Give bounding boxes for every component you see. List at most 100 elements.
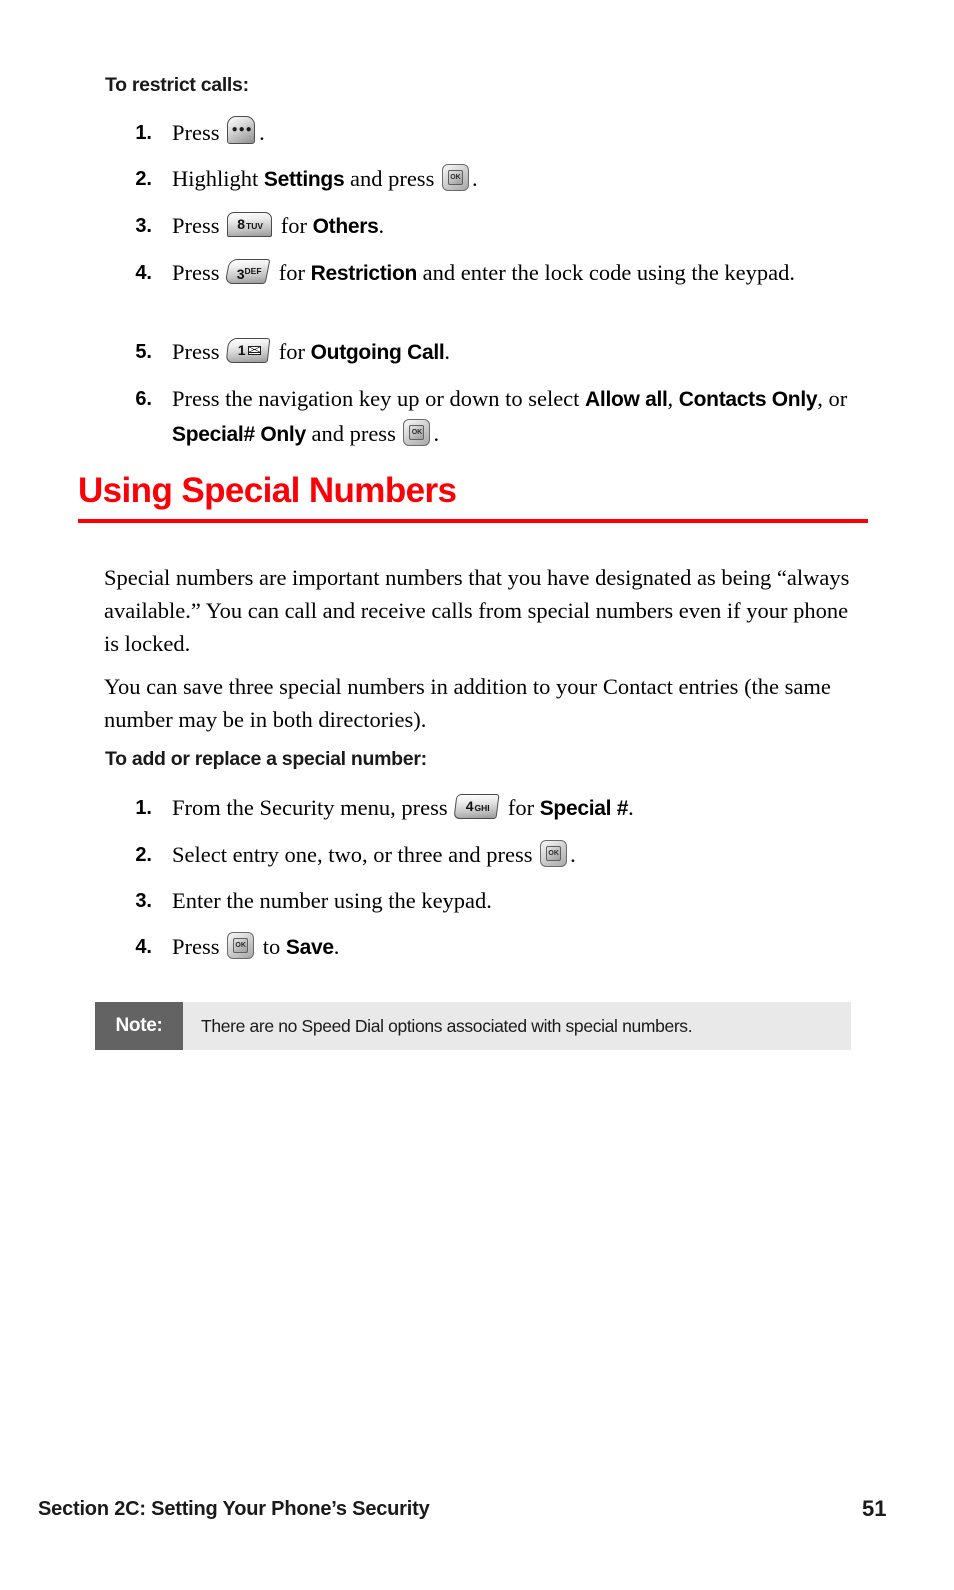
step-text-mid3: and press xyxy=(305,421,402,446)
step-text-post: . xyxy=(259,120,265,145)
step-text-pre: Press xyxy=(172,934,226,959)
key-4-letters: GHI xyxy=(474,803,490,813)
menu-key-icon[interactable]: ●●● xyxy=(227,116,257,146)
list-item: 6. Press the navigation key up or down t… xyxy=(110,382,885,452)
key-4-digit: 4 xyxy=(465,798,474,814)
footer-section-label: Section 2C: Setting Your Phone’s Securit… xyxy=(38,1498,430,1520)
step-text-pre: Select entry one, two, or three and pres… xyxy=(172,842,539,867)
step-text-post: . xyxy=(433,421,440,446)
list-item: 4. Press 3DEF for Restriction and enter … xyxy=(110,256,870,291)
list-item: 3. Enter the number using the keypad. xyxy=(110,884,880,918)
ok-key-icon[interactable]: OK xyxy=(540,840,568,868)
list-item: 3. Press 8TUV for Others. xyxy=(110,209,870,244)
step-text: Press ●●●. xyxy=(172,116,870,150)
list-item: 1. From the Security menu, press 4GHI fo… xyxy=(110,791,880,826)
step-number: 1. xyxy=(135,797,152,819)
ok-key-icon[interactable]: OK xyxy=(227,932,255,960)
step-number: 4. xyxy=(135,262,152,284)
note-box: Note: There are no Speed Dial options as… xyxy=(95,1002,851,1050)
step-bold-settings: Settings xyxy=(263,168,345,191)
step-text-mid: for xyxy=(273,339,311,364)
ok-key-label: OK xyxy=(409,425,425,440)
step-text: Enter the number using the keypad. xyxy=(172,884,880,918)
list-item: 4. Press OK to Save. xyxy=(110,930,880,965)
key-4-label: 4GHI xyxy=(455,794,500,819)
ok-key-label: OK xyxy=(447,170,463,185)
key-3-def-icon[interactable]: 3DEF xyxy=(224,259,271,286)
ok-key-icon[interactable]: OK xyxy=(441,164,470,192)
heading-to-restrict-calls: To restrict calls: xyxy=(105,74,249,96)
step-text-post: . xyxy=(570,842,576,867)
step-text-post: . xyxy=(444,339,451,364)
step-text-mid: , xyxy=(667,386,679,411)
step-text: Press 8TUV for Others. xyxy=(172,209,870,244)
step-number: 2. xyxy=(135,168,152,190)
key-3-digit: 3 xyxy=(236,266,245,282)
step-text-pre: Press xyxy=(172,339,226,364)
key-1-label: 1 xyxy=(227,338,271,363)
step-number: 4. xyxy=(135,936,152,958)
step-text: Press the navigation key up or down to s… xyxy=(172,382,885,452)
step-text-pre: Press xyxy=(172,260,226,285)
step-bold-contacts-only: Contacts Only xyxy=(678,388,818,411)
step-text-mid: and press xyxy=(344,166,440,191)
step-text-post: . xyxy=(378,213,385,238)
key-8-tuv-icon[interactable]: 8TUV xyxy=(227,212,273,239)
step-number: 3. xyxy=(135,215,152,237)
key-3-label: 3DEF xyxy=(227,259,271,284)
list-item: 1. Press ●●●. xyxy=(110,116,870,150)
step-text-post: and enter the lock code using the keypad… xyxy=(417,260,796,285)
step-number: 2. xyxy=(135,844,152,866)
step-text: Press OK to Save. xyxy=(172,930,880,965)
page-title: Using Special Numbers xyxy=(78,471,457,510)
envelope-icon xyxy=(247,346,261,355)
step-text-pre: Press xyxy=(172,120,226,145)
list-item: 2. Select entry one, two, or three and p… xyxy=(110,838,880,872)
note-label: Note: xyxy=(95,1002,183,1050)
step-text-pre: Press xyxy=(172,213,226,238)
key-8-label: 8TUV xyxy=(227,212,273,237)
step-text-mid2: , or xyxy=(817,386,848,411)
step-text-post: . xyxy=(471,166,478,191)
step-bold-special-hash: Special # xyxy=(539,797,629,820)
paragraph-three-special-numbers: You can save three special numbers in ad… xyxy=(104,674,831,732)
step-number: 3. xyxy=(135,890,152,912)
paragraph-special-numbers-definition: Special numbers are important numbers th… xyxy=(104,565,850,656)
key-3-letters: DEF xyxy=(244,266,262,276)
step-number: 5. xyxy=(135,341,152,363)
step-text-mid: for xyxy=(273,260,311,285)
ok-key-label: OK xyxy=(233,938,249,953)
key-8-digit: 8 xyxy=(237,216,246,232)
step-text-post: . xyxy=(333,934,340,959)
step-text: Press 3DEF for Restriction and enter the… xyxy=(172,256,870,291)
step-text: Press 1 for Outgoing Call. xyxy=(172,335,870,370)
step-bold-save: Save xyxy=(285,936,334,959)
step-text-mid: for xyxy=(275,213,313,238)
step-text-pre: From the Security menu, press xyxy=(172,795,454,820)
step-number: 1. xyxy=(135,122,152,144)
step-text-mid: for xyxy=(502,795,540,820)
step-text-post: . xyxy=(628,795,634,820)
step-bold-others: Others xyxy=(312,215,379,238)
list-item: 5. Press 1 for Outgoing Call. xyxy=(110,335,870,370)
menu-key-dots: ●●● xyxy=(231,124,253,135)
ok-key-label: OK xyxy=(546,846,562,861)
ok-key-icon[interactable]: OK xyxy=(403,419,431,447)
manual-page: To restrict calls: 1. Press ●●●. 2. High… xyxy=(0,0,954,1590)
step-text-pre: Highlight xyxy=(172,166,264,191)
step-text-pre: Enter the number using the keypad. xyxy=(172,888,492,913)
heading-to-add-or-replace: To add or replace a special number: xyxy=(105,748,427,770)
key-1-digit: 1 xyxy=(237,342,246,358)
step-text-pre: Press the navigation key up or down to s… xyxy=(172,386,586,411)
step-bold-special-only: Special# Only xyxy=(172,423,306,446)
key-1-voicemail-icon[interactable]: 1 xyxy=(225,338,271,365)
step-text: Select entry one, two, or three and pres… xyxy=(172,838,880,872)
step-bold-restriction: Restriction xyxy=(310,262,418,285)
key-4-ghi-icon[interactable]: 4GHI xyxy=(453,794,500,821)
step-number: 6. xyxy=(135,388,152,410)
step-text: From the Security menu, press 4GHI for S… xyxy=(172,791,880,826)
footer-page-number: 51 xyxy=(862,1496,887,1521)
step-bold-allow-all: Allow all xyxy=(585,388,668,411)
step-text-mid: to xyxy=(257,934,286,959)
section-title-rule xyxy=(78,519,868,523)
